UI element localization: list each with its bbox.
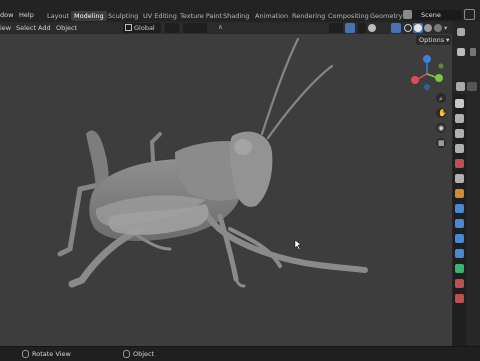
view-layer-tab-icon[interactable] [455,144,464,153]
top-bar: dow Help Layout Modeling Sculpting UV Ed… [0,0,480,23]
material-tab-icon[interactable] [455,279,464,288]
tab-rendering[interactable]: Rendering [289,11,328,21]
tab-shading[interactable]: Shading [220,11,252,21]
overlay-icon[interactable] [368,24,376,32]
options-dropdown[interactable]: Options ▾ [416,35,451,45]
proportional-edit-icon[interactable]: ∧ [218,23,223,31]
pivot-dropdown[interactable] [165,23,179,33]
outliner-editor-icon[interactable] [457,28,465,36]
mouse-middle-icon [22,350,29,358]
shading-dropdown-icon[interactable]: ▾ [444,24,447,32]
menu-help[interactable]: Help [19,11,34,19]
status-rotate-view: Rotate View [32,350,71,358]
object-tab-icon[interactable] [455,189,464,198]
tab-texture-paint[interactable]: Texture Paint [177,11,225,21]
transform-orientation-icon [125,24,132,31]
grasshopper-model [57,37,368,288]
menu-window[interactable]: dow [0,11,13,19]
menu-view[interactable]: iew [0,23,11,33]
scene-icon [403,10,412,19]
status-object: Object [133,350,155,358]
navigation-gizmo[interactable] [407,52,447,92]
scene-copy-icon[interactable] [464,9,475,20]
3d-viewport[interactable]: ⌕ ✋ ◉ ▦ Options ▾ [0,34,452,346]
filter-icon[interactable] [457,48,465,56]
visibility-dropdown[interactable] [329,23,343,33]
gizmo-z-axis[interactable] [423,55,431,63]
orientation-label: Global [134,24,155,32]
gizmo-x-axis[interactable] [411,76,419,84]
menu-select[interactable]: Select [16,23,36,33]
gizmo-dropdown[interactable] [358,23,366,33]
snap-dropdown[interactable] [183,23,207,33]
options-label: Options [419,36,445,44]
gizmo-toggle-icon[interactable] [345,23,355,33]
restrict-icon[interactable] [470,48,476,56]
rendered-shading-icon[interactable] [434,24,442,32]
menu-object[interactable]: Object [56,23,77,33]
tab-modeling[interactable]: Modeling [71,11,107,21]
tab-animation[interactable]: Animation [252,11,291,21]
render-tab-icon[interactable] [455,114,464,123]
scene-tab-icon[interactable] [455,159,464,168]
status-bar: Rotate View Object [0,346,480,361]
tool-tab-icon[interactable] [455,99,464,108]
constraints-tab-icon[interactable] [455,249,464,258]
properties-search[interactable] [467,82,477,91]
material-shading-icon[interactable] [424,24,432,32]
data-tab-icon[interactable] [455,264,464,273]
wireframe-shading-icon[interactable] [404,24,412,32]
xray-icon[interactable] [391,23,401,33]
world-tab-icon[interactable] [455,174,464,183]
scene-label: Scene [421,11,441,19]
viewport-header: iew Select Add Object Global ∧ ▾ [0,22,452,34]
modifier-tab-icon[interactable] [455,204,464,213]
tab-compositing[interactable]: Compositing [325,11,372,21]
mouse-cursor [294,239,302,251]
particles-tab-icon[interactable] [455,219,464,228]
tab-layout[interactable]: Layout [44,11,72,21]
tab-sculpting[interactable]: Sculpting [105,11,141,21]
mouse-right-icon [123,350,130,358]
physics-tab-icon[interactable] [455,234,464,243]
properties-editor-icon[interactable] [456,82,465,91]
output-tab-icon[interactable] [455,129,464,138]
texture-tab-icon[interactable] [455,294,464,303]
tab-uv-editing[interactable]: UV Editing [140,11,180,21]
gizmo-y-axis[interactable] [435,74,443,82]
menu-add[interactable]: Add [38,23,51,33]
solid-shading-icon [414,24,422,32]
